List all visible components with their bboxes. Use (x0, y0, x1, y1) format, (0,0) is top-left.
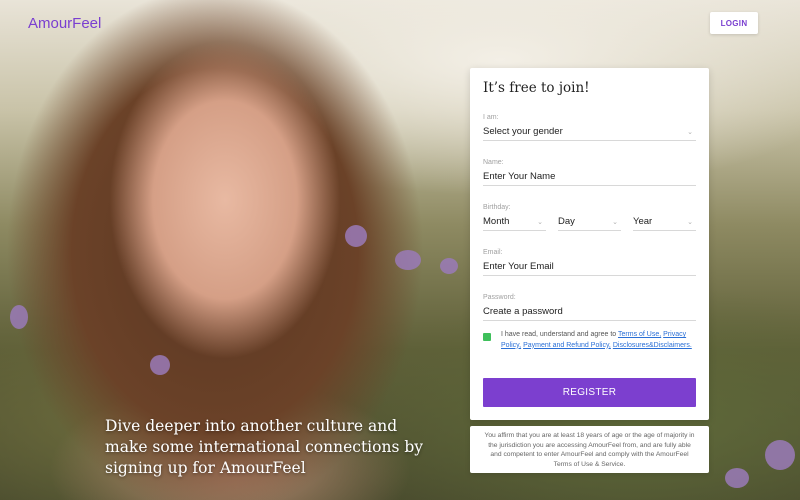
name-placeholder: Enter Your Name (483, 171, 556, 182)
flower-decoration (395, 250, 421, 270)
name-field: Name: Enter Your Name (483, 159, 696, 186)
birth-day-select[interactable]: Day ⌄ (558, 213, 621, 231)
hero-tagline: Dive deeper into another culture and mak… (105, 417, 424, 477)
birthday-field: Birthday: Month ⌄ Day ⌄ Year ⌄ (483, 204, 696, 231)
flower-decoration (725, 468, 749, 488)
gender-select[interactable]: Select your gender ⌄ (483, 123, 696, 141)
password-placeholder: Create a password (483, 306, 563, 317)
refund-policy-link[interactable]: Payment and Refund Policy, (523, 342, 611, 349)
birth-year-value: Year (633, 216, 653, 227)
flower-decoration (150, 355, 170, 375)
birth-year-select[interactable]: Year ⌄ (633, 213, 696, 231)
password-input[interactable]: Create a password (483, 303, 696, 321)
flower-decoration (345, 225, 367, 247)
password-label: Password: (483, 294, 516, 301)
password-field: Password: Create a password (483, 294, 696, 321)
name-input[interactable]: Enter Your Name (483, 168, 696, 186)
login-button[interactable]: LOGIN (710, 12, 758, 34)
disclosures-link[interactable]: Disclosures&Disclaimers. (613, 342, 692, 349)
email-placeholder: Enter Your Email (483, 261, 554, 272)
birthday-label: Birthday: (483, 204, 511, 211)
terms-of-use-link[interactable]: Terms of Use, (618, 331, 661, 338)
chevron-down-icon: ⌄ (687, 218, 693, 226)
birth-day-value: Day (558, 216, 575, 227)
email-field: Email: Enter Your Email (483, 249, 696, 276)
registration-form: It’s free to join! I am: Select your gen… (470, 68, 709, 420)
gender-field: I am: Select your gender ⌄ (483, 114, 696, 141)
form-title: It’s free to join! (483, 80, 590, 96)
name-label: Name: (483, 159, 504, 166)
flower-decoration (440, 258, 458, 274)
chevron-down-icon: ⌄ (537, 218, 543, 226)
register-button[interactable]: REGISTER (483, 378, 696, 407)
age-disclaimer: You affirm that you are at least 18 year… (470, 426, 709, 473)
brand-logo[interactable]: AmourFeel (28, 15, 101, 32)
gender-label: I am: (483, 114, 499, 121)
terms-agreement: I have read, understand and agree to Ter… (483, 330, 696, 351)
chevron-down-icon: ⌄ (612, 218, 618, 226)
gender-select-value: Select your gender (483, 126, 563, 137)
chevron-down-icon: ⌄ (687, 128, 693, 136)
birth-month-select[interactable]: Month ⌄ (483, 213, 546, 231)
terms-checkbox[interactable] (483, 333, 491, 341)
terms-text: I have read, understand and agree to Ter… (501, 330, 696, 351)
terms-intro: I have read, understand and agree to (501, 331, 619, 338)
email-input[interactable]: Enter Your Email (483, 258, 696, 276)
flower-decoration (10, 305, 28, 329)
email-label: Email: (483, 249, 503, 256)
flower-decoration (765, 440, 795, 470)
birth-month-value: Month (483, 216, 510, 227)
